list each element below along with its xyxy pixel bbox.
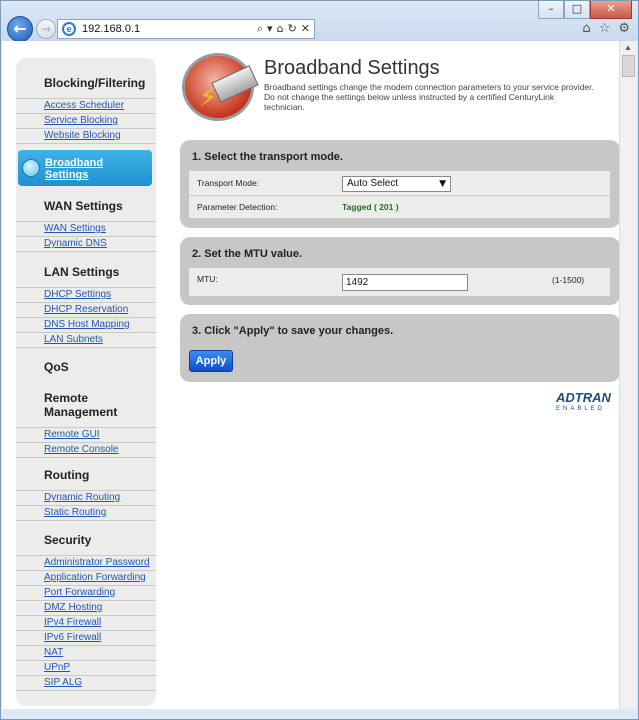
browser-titlebar: – □ ✕ ← → e 192.168.0.1 ⌕ ▾ ⌂ ↻ ✕ ⌂ ☆ ⚙ xyxy=(1,1,638,42)
lock-icon: ⌂ xyxy=(276,22,284,35)
section-security: Security Administrator Password Applicat… xyxy=(16,533,156,691)
parameter-detection-label: Parameter Detection: xyxy=(197,202,278,212)
step2-title: 2. Set the MTU value. xyxy=(192,248,303,260)
nav-port-forwarding[interactable]: Port Forwarding xyxy=(16,586,156,601)
minimize-button[interactable]: – xyxy=(538,1,564,19)
nav-service-blocking[interactable]: Service Blocking xyxy=(16,114,156,129)
section-title-routing: Routing xyxy=(44,468,90,482)
browser-window: – □ ✕ ← → e 192.168.0.1 ⌕ ▾ ⌂ ↻ ✕ ⌂ ☆ ⚙ xyxy=(0,0,639,720)
stop-icon[interactable]: ✕ xyxy=(301,22,310,36)
nav-dhcp-reservation[interactable]: DHCP Reservation xyxy=(16,303,156,318)
mtu-range: (1-1500) xyxy=(552,275,585,285)
nav-ipv4-firewall[interactable]: IPv4 Firewall xyxy=(16,616,156,631)
nav-broadband-label[interactable]: Broadband Settings xyxy=(45,157,103,181)
nav-access-scheduler[interactable]: Access Scheduler xyxy=(16,99,156,114)
section-title-lan: LAN Settings xyxy=(44,265,120,279)
step1-panel: 1. Select the transport mode. Transport … xyxy=(180,140,619,228)
section-qos: QoS xyxy=(16,360,156,374)
nav-broadband-line1: Broadband xyxy=(45,157,104,169)
nav-dmz-hosting[interactable]: DMZ Hosting xyxy=(16,601,156,616)
step1-title: 1. Select the transport mode. xyxy=(192,151,343,163)
section-lan: LAN Settings DHCP Settings DHCP Reservat… xyxy=(16,265,156,348)
browser-toolbar-icons: ⌂ ☆ ⚙ xyxy=(582,21,630,36)
nav-ipv6-firewall[interactable]: IPv6 Firewall xyxy=(16,631,156,646)
section-title-remote: Remote Management xyxy=(16,391,156,419)
settings-gear-icon[interactable]: ⚙ xyxy=(618,21,630,36)
lightning-bolt-icon: ⚡ xyxy=(199,83,218,113)
dropdown-icon[interactable]: ▾ xyxy=(267,22,273,36)
section-routing: Routing Dynamic Routing Static Routing xyxy=(16,468,156,521)
maximize-button[interactable]: □ xyxy=(564,1,590,19)
nav-administrator-password[interactable]: Administrator Password xyxy=(16,556,156,571)
nav-dns-host-mapping[interactable]: DNS Host Mapping xyxy=(16,318,156,333)
page-title: Broadband Settings xyxy=(264,57,440,79)
section-remote: Remote Management Remote GUI Remote Cons… xyxy=(16,391,156,458)
nav-dynamic-dns[interactable]: Dynamic DNS xyxy=(16,237,156,252)
nav-remote-gui[interactable]: Remote GUI xyxy=(16,428,156,443)
step2-fields: MTU: 1492 (1-1500) xyxy=(189,268,610,296)
step2-panel: 2. Set the MTU value. MTU: 1492 (1-1500) xyxy=(180,237,619,305)
step3-title: 3. Click "Apply" to save your changes. xyxy=(192,325,394,337)
nav-broadband-settings-active[interactable]: Broadband Settings xyxy=(18,150,152,186)
section-wan: WAN Settings WAN Settings Dynamic DNS xyxy=(16,199,156,252)
dropdown-arrow-icon: ▼ xyxy=(439,179,446,189)
nav-application-forwarding[interactable]: Application Forwarding xyxy=(16,571,156,586)
section-title-wan: WAN Settings xyxy=(44,199,123,213)
globe-icon xyxy=(22,159,40,177)
address-url[interactable]: 192.168.0.1 xyxy=(82,23,257,35)
section-title-security: Security xyxy=(44,533,92,547)
section-title-remote-line2: Management xyxy=(44,405,118,419)
page-viewport: Blocking/Filtering Access Scheduler Serv… xyxy=(2,41,619,709)
section-title-remote-line1: Remote xyxy=(44,391,89,405)
nav-sip-alg[interactable]: SIP ALG xyxy=(16,676,156,691)
window-controls: – □ ✕ xyxy=(538,1,632,19)
forward-arrow-icon[interactable]: → xyxy=(36,19,56,39)
status-bar xyxy=(1,709,638,719)
step1-fields: Transport Mode: Auto Select ▼ Parameter … xyxy=(189,171,610,218)
page-description: Broadband settings change the modem conn… xyxy=(264,82,594,112)
back-arrow-icon[interactable]: ← xyxy=(7,16,33,42)
transport-mode-select[interactable]: Auto Select ▼ xyxy=(342,176,451,192)
nav-wan-settings[interactable]: WAN Settings xyxy=(16,222,156,237)
nav-broadband-line2: Settings xyxy=(45,169,89,181)
scroll-up-arrow-icon[interactable]: ▲ xyxy=(624,43,632,52)
adtran-enabled: ENABLED xyxy=(556,406,606,412)
section-title-blocking: Blocking/Filtering xyxy=(44,76,146,90)
apply-button[interactable]: Apply xyxy=(189,350,233,372)
address-bar-controls: ⌕ ▾ ⌂ ↻ ✕ xyxy=(257,22,314,36)
nav-upnp[interactable]: UPnP xyxy=(16,661,156,676)
section-blocking: Blocking/Filtering Access Scheduler Serv… xyxy=(16,76,156,144)
nav-nat[interactable]: NAT xyxy=(16,646,156,661)
nav-qos[interactable]: QoS xyxy=(16,360,156,374)
step3-panel: 3. Click "Apply" to save your changes. A… xyxy=(180,314,619,382)
close-window-button[interactable]: ✕ xyxy=(590,1,632,19)
adtran-logo: ADTRAN ENABLED xyxy=(556,391,619,417)
nav-dynamic-routing[interactable]: Dynamic Routing xyxy=(16,491,156,506)
adtran-name: ADTRAN xyxy=(556,390,611,405)
mtu-input[interactable]: 1492 xyxy=(342,274,468,291)
nav-remote-console[interactable]: Remote Console xyxy=(16,443,156,458)
refresh-icon[interactable]: ↻ xyxy=(288,22,297,36)
home-icon[interactable]: ⌂ xyxy=(582,21,590,36)
scroll-thumb[interactable] xyxy=(622,55,635,77)
nav-lan-subnets[interactable]: LAN Subnets xyxy=(16,333,156,348)
ie-page-icon: e xyxy=(62,22,76,36)
row-divider xyxy=(189,195,610,196)
nav-dhcp-settings[interactable]: DHCP Settings xyxy=(16,288,156,303)
nav-website-blocking[interactable]: Website Blocking xyxy=(16,129,156,144)
left-navigation: Blocking/Filtering Access Scheduler Serv… xyxy=(16,58,156,706)
search-icon[interactable]: ⌕ xyxy=(257,22,263,36)
nav-static-routing[interactable]: Static Routing xyxy=(16,506,156,521)
favorites-star-icon[interactable]: ☆ xyxy=(599,21,611,36)
parameter-detection-value: Tagged ( 201 ) xyxy=(342,202,399,212)
transport-mode-value: Auto Select xyxy=(347,178,399,189)
address-bar[interactable]: e 192.168.0.1 ⌕ ▾ ⌂ ↻ ✕ xyxy=(57,19,315,39)
vertical-scrollbar[interactable]: ▲ xyxy=(619,41,637,709)
mtu-label: MTU: xyxy=(197,274,218,284)
transport-mode-label: Transport Mode: xyxy=(197,178,260,188)
